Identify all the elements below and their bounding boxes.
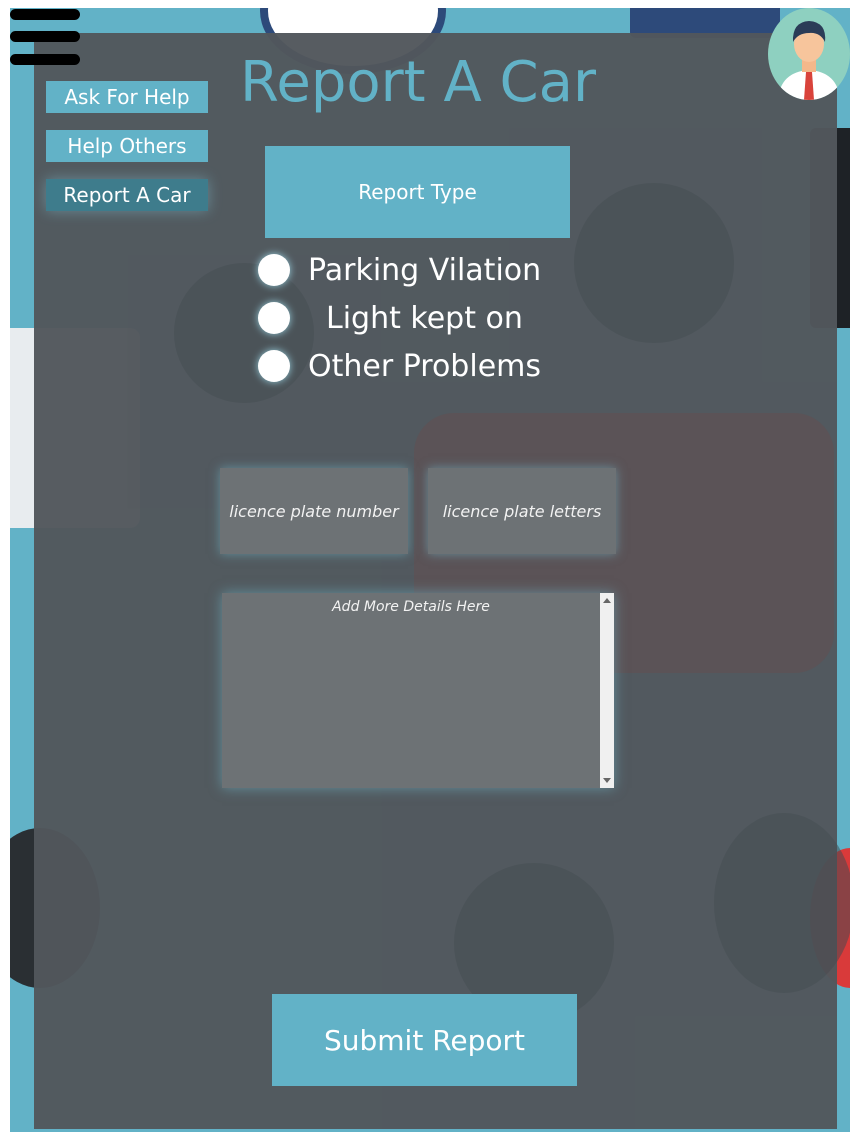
user-avatar[interactable] xyxy=(768,8,850,100)
radio-option-parking-violation[interactable]: Parking Vilation xyxy=(258,248,541,292)
radio-button[interactable] xyxy=(258,302,290,334)
avatar-icon xyxy=(778,21,840,100)
details-textarea-container xyxy=(222,593,614,788)
details-textarea[interactable] xyxy=(222,593,600,788)
radio-label: Light kept on xyxy=(326,300,523,336)
scroll-down-arrow-icon[interactable] xyxy=(603,778,611,783)
submit-report-button[interactable]: Submit Report xyxy=(272,994,577,1086)
menu-bar-top xyxy=(10,9,80,20)
menu-bar-middle xyxy=(10,31,80,42)
ghost-wheel xyxy=(574,183,734,343)
details-scrollbar[interactable] xyxy=(600,593,614,788)
radio-button[interactable] xyxy=(258,254,290,286)
radio-option-other-problems[interactable]: Other Problems xyxy=(258,344,541,388)
nav-help-others[interactable]: Help Others xyxy=(46,130,208,162)
report-type-button[interactable]: Report Type xyxy=(265,146,570,238)
ghost-steering-bottom xyxy=(714,813,850,993)
radio-label: Other Problems xyxy=(308,348,541,384)
page-title: Report A Car xyxy=(240,50,596,115)
scroll-up-arrow-icon[interactable] xyxy=(603,598,611,603)
licence-plate-number-input[interactable] xyxy=(220,468,408,554)
radio-label: Parking Vilation xyxy=(308,252,542,288)
nav-report-a-car[interactable]: Report A Car xyxy=(46,179,208,211)
menu-bar-bottom xyxy=(10,54,80,65)
hamburger-menu-icon[interactable] xyxy=(10,9,80,69)
radio-button[interactable] xyxy=(258,350,290,382)
licence-plate-letters-input[interactable] xyxy=(428,468,616,554)
nav-ask-for-help[interactable]: Ask For Help xyxy=(46,81,208,113)
radio-option-light-kept-on[interactable]: Light kept on xyxy=(258,296,523,340)
